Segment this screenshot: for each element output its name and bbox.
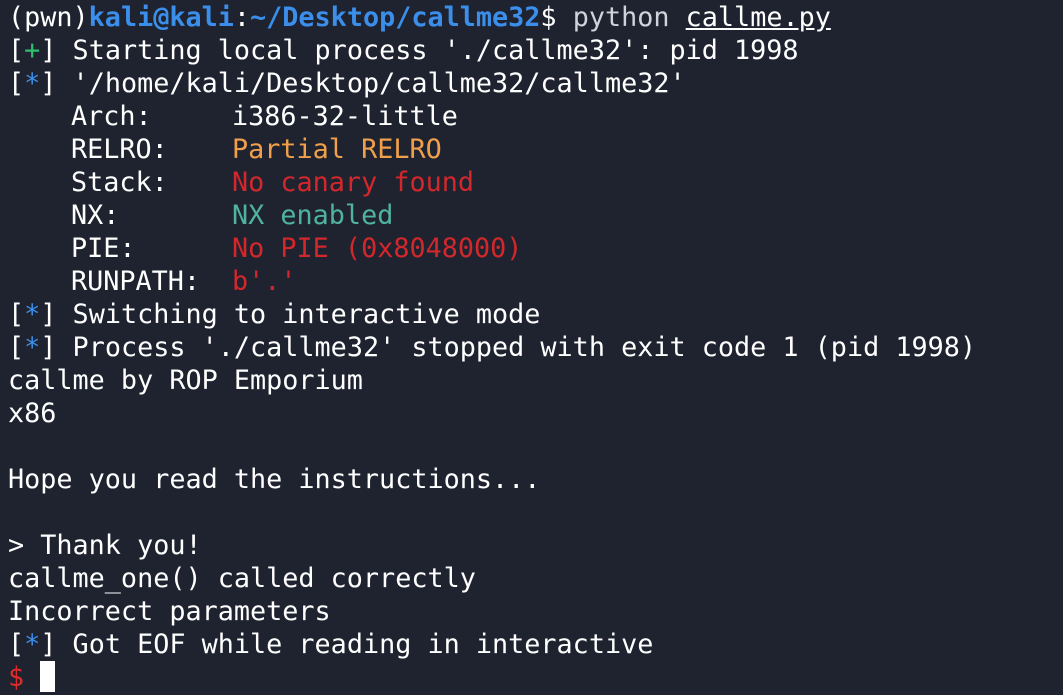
interactive-prompt-symbol: $ — [8, 662, 25, 693]
checksec-key: PIE: — [71, 233, 136, 264]
bracket-close: ] — [40, 35, 57, 66]
switching-text: Switching to interactive mode — [56, 299, 541, 330]
bracket-open: [ — [8, 629, 25, 660]
checksec-value: No PIE (0x8048000) — [232, 233, 523, 264]
checksec-nx: NX: NX enabled — [0, 199, 1063, 232]
callme-one-line: callme_one() called correctly — [8, 563, 476, 594]
incorrect-line: Incorrect parameters — [8, 596, 331, 627]
info-marker: * — [24, 299, 41, 330]
virtualenv-label: (pwn) — [8, 2, 89, 33]
checksec-value: i386-32-little — [232, 101, 458, 132]
checksec-relro: RELRO: Partial RELRO — [0, 133, 1063, 166]
output-line-starting: [+] Starting local process './callme32':… — [0, 34, 1063, 67]
output-line-eof: [*] Got EOF while reading in interactive — [0, 628, 1063, 661]
bracket-open: [ — [8, 332, 25, 363]
checksec-value: Partial RELRO — [232, 134, 442, 165]
checksec-key: Arch: — [71, 101, 152, 132]
output-line-stopped: [*] Process './callme32' stopped with ex… — [0, 331, 1063, 364]
bracket-close: ] — [40, 332, 57, 363]
interactive-prompt-line[interactable]: $ — [0, 661, 1063, 694]
binpath-text: '/home/kali/Desktop/callme32/callme32' — [56, 68, 686, 99]
command-argument: callme.py — [685, 2, 831, 33]
info-marker: * — [24, 629, 41, 660]
starting-text: Starting local process './callme32': pid… — [56, 35, 799, 66]
checksec-key: RELRO: — [71, 134, 168, 165]
bracket-close: ] — [40, 299, 57, 330]
prompt-line: (pwn)kali@kali:~/Desktop/callme32$ pytho… — [0, 1, 1063, 34]
bracket-open: [ — [8, 299, 25, 330]
success-marker: + — [24, 35, 41, 66]
current-path: ~/Desktop/callme32 — [250, 2, 541, 33]
checksec-runpath: RUNPATH: b'.' — [0, 265, 1063, 298]
checksec-key: Stack: — [71, 167, 168, 198]
bracket-open: [ — [8, 68, 25, 99]
arch-line: x86 — [8, 398, 57, 429]
checksec-stack: Stack: No canary found — [0, 166, 1063, 199]
eof-text: Got EOF while reading in interactive — [56, 629, 654, 660]
output-line-switching: [*] Switching to interactive mode — [0, 298, 1063, 331]
user-host: kali@kali — [88, 2, 234, 33]
checksec-arch: Arch: i386-32-little — [0, 100, 1063, 133]
info-marker: * — [24, 332, 41, 363]
banner-line: callme by ROP Emporium — [8, 365, 363, 396]
checksec-key: RUNPATH: — [71, 266, 201, 297]
stopped-text: Process './callme32' stopped with exit c… — [56, 332, 977, 363]
checksec-value: NX enabled — [232, 200, 394, 231]
hope-line: Hope you read the instructions... — [8, 464, 541, 495]
checksec-value: No canary found — [232, 167, 474, 198]
text-cursor[interactable] — [40, 661, 56, 692]
bracket-open: [ — [8, 35, 25, 66]
bracket-close: ] — [40, 68, 57, 99]
checksec-pie: PIE: No PIE (0x8048000) — [0, 232, 1063, 265]
info-marker: * — [24, 68, 41, 99]
output-line-binpath: [*] '/home/kali/Desktop/callme32/callme3… — [0, 67, 1063, 100]
terminal-window[interactable]: (pwn)kali@kali:~/Desktop/callme32$ pytho… — [0, 0, 1063, 695]
prompt-colon: : — [233, 2, 251, 33]
bracket-close: ] — [40, 629, 57, 660]
checksec-value: b'.' — [232, 266, 297, 297]
command-name: python — [572, 2, 670, 33]
thank-line: > Thank you! — [8, 530, 202, 561]
prompt-dollar: $ — [540, 2, 557, 33]
checksec-key: NX: — [71, 200, 120, 231]
